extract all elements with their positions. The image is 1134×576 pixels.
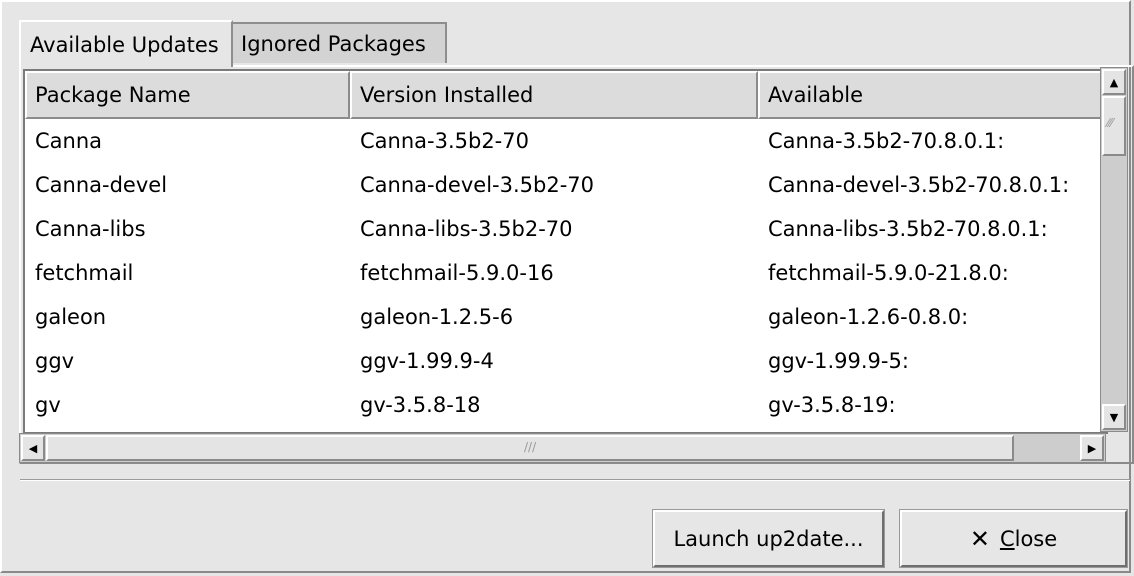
grip-icon: ⁄⁄⁄: [1107, 116, 1114, 130]
notebook-page: Package Name Version Installed Available…: [19, 65, 1134, 464]
available-cell: Canna-3.5b2-70.8.0.1:: [768, 129, 1005, 153]
version-installed-cell: gv-3.5.8-18: [360, 393, 481, 417]
table-row[interactable]: galeon galeon-1.2.5-6 galeon-1.2.6-0.8.0:: [25, 295, 1106, 339]
close-button-label: Close: [999, 526, 1058, 551]
column-header-version-installed[interactable]: Version Installed: [350, 71, 758, 119]
arrow-up-icon[interactable]: ▲: [1102, 69, 1126, 95]
version-installed-cell: ggv-1.99.9-4: [360, 349, 494, 373]
horizontal-scroll-thumb[interactable]: ///: [46, 435, 1014, 461]
column-header-package-name[interactable]: Package Name: [25, 71, 350, 119]
package-name-cell: galeon: [35, 305, 107, 329]
arrow-down-icon[interactable]: ▼: [1102, 404, 1126, 430]
package-name-cell: Canna-devel: [35, 173, 168, 197]
column-header-available[interactable]: Available: [758, 71, 1106, 119]
table-row[interactable]: ggv ggv-1.99.9-4 ggv-1.99.9-5:: [25, 339, 1106, 383]
package-name-cell: gv: [35, 393, 61, 417]
tab-available-updates[interactable]: Available Updates: [19, 20, 233, 67]
package-name-cell: Canna-libs: [35, 217, 146, 241]
version-installed-cell: Canna-libs-3.5b2-70: [360, 217, 573, 241]
update-dialog: Available Updates Ignored Packages Packa…: [0, 0, 1134, 573]
available-cell: fetchmail-5.9.0-21.8.0:: [768, 261, 1009, 285]
package-name-cell: Canna: [35, 129, 103, 153]
arrow-right-icon[interactable]: ▶: [1080, 435, 1104, 461]
package-list[interactable]: Package Name Version Installed Available…: [23, 69, 1108, 434]
vertical-scrollbar[interactable]: ▲ ⁄⁄⁄ ▼: [1100, 67, 1128, 432]
launch-up2date-button[interactable]: Launch up2date...: [652, 509, 885, 568]
launch-button-label: Launch up2date...: [673, 526, 864, 551]
version-installed-cell: Canna-3.5b2-70: [360, 129, 529, 153]
available-cell: gv-3.5.8-19:: [768, 393, 896, 417]
table-row[interactable]: Canna-libs Canna-libs-3.5b2-70 Canna-libs-…: [25, 207, 1106, 251]
list-rows: Canna Canna-3.5b2-70 Canna-3.5b2-70.8.0.1:…: [25, 119, 1106, 432]
table-row[interactable]: fetchmail fetchmail-5.9.0-16 fetchmail-5.9…: [25, 251, 1106, 295]
table-row[interactable]: gv gv-3.5.8-18 gv-3.5.8-19:: [25, 383, 1106, 427]
close-button[interactable]: ✕ Close: [899, 509, 1128, 568]
vertical-scroll-thumb[interactable]: ⁄⁄⁄: [1102, 96, 1126, 156]
package-name-cell: fetchmail: [35, 261, 134, 285]
table-row[interactable]: Canna-devel Canna-devel-3.5b2-70 Canna-dev…: [25, 163, 1106, 207]
package-name-cell: ggv: [35, 349, 75, 373]
available-cell: Canna-libs-3.5b2-70.8.0.1:: [768, 217, 1048, 241]
horizontal-scrollbar[interactable]: ◀ /// ▶: [19, 433, 1106, 463]
separator: [20, 479, 1130, 481]
tab-ignored-packages[interactable]: Ignored Packages: [231, 22, 447, 63]
version-installed-cell: galeon-1.2.5-6: [360, 305, 514, 329]
available-cell: Canna-devel-3.5b2-70.8.0.1:: [768, 173, 1070, 197]
arrow-left-icon[interactable]: ◀: [21, 435, 45, 461]
available-cell: galeon-1.2.6-0.8.0:: [768, 305, 969, 329]
table-row[interactable]: Canna Canna-3.5b2-70 Canna-3.5b2-70.8.0.1:: [25, 119, 1106, 163]
list-header: Package Name Version Installed Available: [25, 71, 1106, 119]
close-x-icon: ✕: [969, 524, 990, 553]
grip-icon: ///: [524, 440, 537, 454]
version-installed-cell: fetchmail-5.9.0-16: [360, 261, 554, 285]
version-installed-cell: Canna-devel-3.5b2-70: [360, 173, 594, 197]
available-cell: ggv-1.99.9-5:: [768, 349, 909, 373]
